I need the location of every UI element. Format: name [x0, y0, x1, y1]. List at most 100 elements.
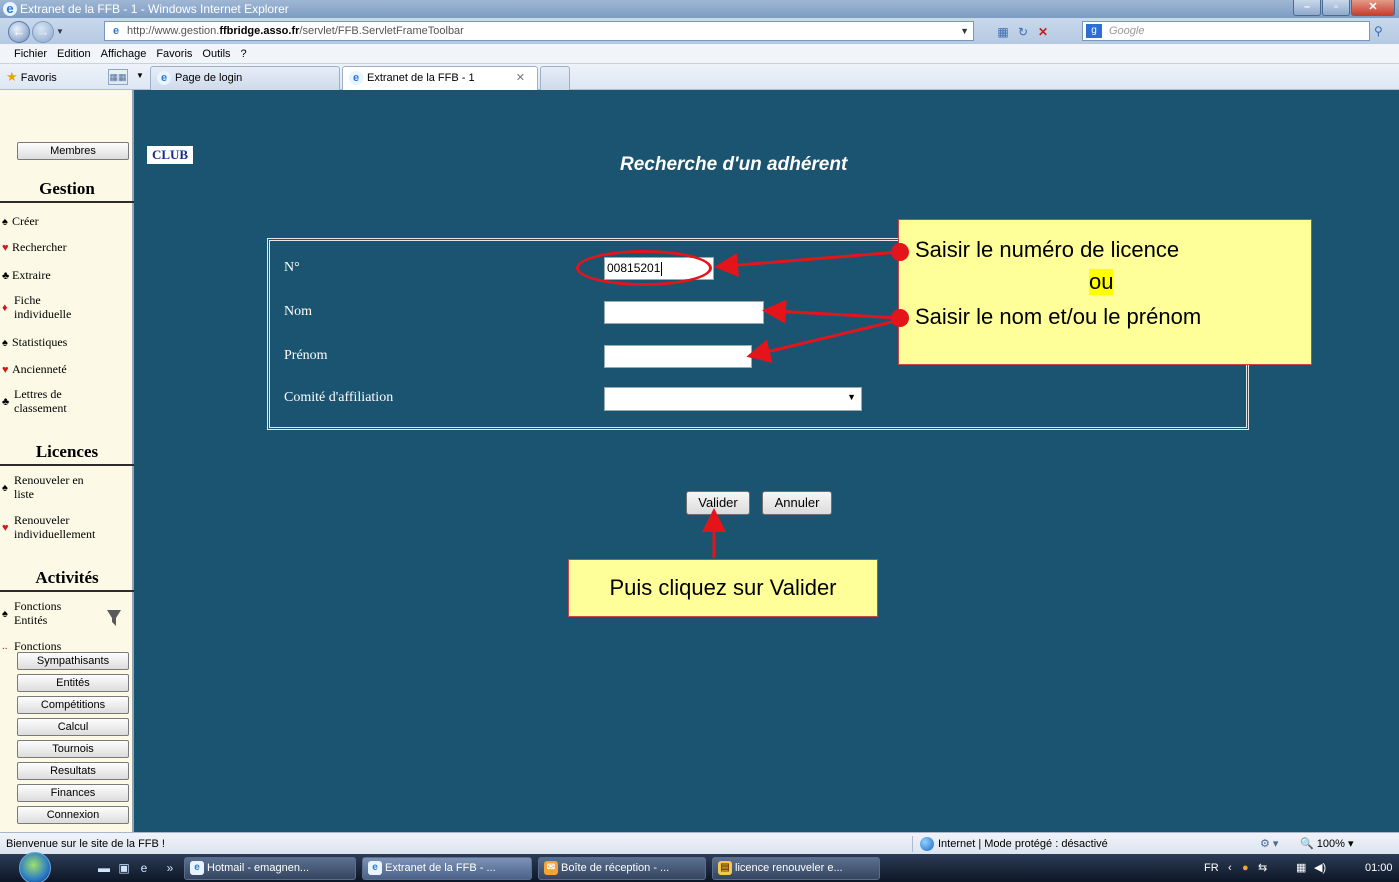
sidebar-item-creer[interactable]: ♠ Créer — [2, 214, 39, 229]
valider-button[interactable]: Valider — [686, 491, 750, 515]
sidebar-item-extraire[interactable]: ♣ Extraire — [2, 268, 51, 283]
menu-favoris[interactable]: Favoris — [151, 44, 197, 64]
menu-outils[interactable]: Outils — [197, 44, 235, 64]
tray-expand-icon[interactable]: ‹ — [1228, 854, 1232, 882]
callout-line-1: Saisir le numéro de licence — [915, 237, 1180, 262]
menu-edition[interactable]: Edition — [52, 44, 96, 64]
spade-icon: ♠ — [2, 482, 8, 494]
tab-extranet[interactable]: e Extranet de la FFB - 1 ✕ — [342, 66, 538, 90]
membres-button[interactable]: Membres — [17, 142, 129, 160]
sidebar-item-statistiques[interactable]: ♠ Statistiques — [2, 335, 67, 350]
ie-icon: e — [190, 861, 204, 875]
funnel-icon[interactable] — [107, 610, 121, 626]
sidebar-item-rechercher[interactable]: ♥ Rechercher — [2, 240, 67, 255]
address-input[interactable]: e http://www.gestion.ffbridge.asso.fr/se… — [104, 21, 974, 41]
sidebar-item-lettres[interactable]: ♣ Lettres de classement — [2, 387, 67, 415]
sidebar-item-label: Lettres de — [14, 387, 62, 401]
sidebar-item-fonctions[interactable]: .. Fonctions — [2, 639, 61, 653]
prenom-input[interactable] — [604, 345, 752, 368]
tournois-button[interactable]: Tournois — [17, 740, 129, 758]
sidebar-item-fiche[interactable]: ♦ Fiche individuelle — [2, 293, 71, 321]
taskbar-item-reception[interactable]: ✉ Boîte de réception - ... — [538, 857, 706, 880]
sync-icon[interactable]: ⇆ — [1258, 854, 1267, 882]
menu-affichage[interactable]: Affichage — [96, 44, 152, 64]
favorites-button[interactable]: ★ Favoris — [6, 69, 57, 86]
comite-select[interactable]: ▼ — [604, 387, 862, 411]
ie-quicklaunch-icon[interactable]: e — [136, 860, 152, 876]
search-placeholder: Google — [1109, 25, 1145, 37]
stop-icon[interactable]: ✕ — [1035, 24, 1051, 40]
sidebar-item-label: individuellement — [14, 527, 96, 541]
compatibility-icon[interactable]: ▦ — [995, 24, 1011, 40]
calcul-button[interactable]: Calcul — [17, 718, 129, 736]
sidebar-item-renouveler-liste[interactable]: ♠ Renouveler en liste — [2, 473, 84, 501]
zoom-control[interactable]: 🔍 100% ▾ — [1300, 833, 1353, 855]
divider — [0, 590, 134, 592]
close-tab-icon[interactable]: ✕ — [516, 67, 525, 89]
refresh-icon[interactable]: ↻ — [1015, 24, 1031, 40]
taskbar-item-label: licence renouveler e... — [735, 862, 843, 874]
gestion-title: Gestion — [39, 179, 95, 198]
entites-button[interactable]: Entités — [17, 674, 129, 692]
taskbar-item-licence[interactable]: ▤ licence renouveler e... — [712, 857, 880, 880]
close-button[interactable]: ✕ — [1351, 0, 1395, 16]
instruction-callout: Saisir le numéro de licence ou Saisir le… — [898, 219, 1312, 365]
address-dropdown-icon[interactable]: ▼ — [960, 22, 969, 40]
show-desktop-icon[interactable]: ▬ — [96, 860, 112, 876]
search-icon[interactable]: ⚲ — [1374, 24, 1383, 38]
taskbar-item-hotmail[interactable]: e Hotmail - emagnen... — [184, 857, 356, 880]
finances-button[interactable]: Finances — [17, 784, 129, 802]
sidebar-item-label: liste — [14, 487, 34, 501]
search-input[interactable]: g Google — [1082, 21, 1370, 41]
sidebar-item-renouveler-individuellement[interactable]: ♥ Renouveler individuellement — [2, 513, 95, 541]
sidebar-item-label: Rechercher — [12, 240, 67, 254]
taskbar-item-label: Boîte de réception - ... — [561, 862, 670, 874]
quick-tabs-icon[interactable]: ▦▦ — [108, 69, 128, 85]
competitions-button[interactable]: Compétitions — [17, 696, 129, 714]
tab-list-dropdown-icon[interactable]: ▼ — [136, 71, 144, 80]
sidebar-item-anciennete[interactable]: ♥ Ancienneté — [2, 362, 67, 377]
protected-mode-icon[interactable]: ⚙ ▾ — [1260, 833, 1278, 855]
menu-fichier[interactable]: Fichier — [0, 44, 52, 64]
windows-logo-icon — [19, 852, 51, 882]
connexion-button[interactable]: Connexion — [17, 806, 129, 824]
network-icon[interactable]: ▦ — [1296, 854, 1306, 882]
nom-input[interactable] — [604, 301, 764, 324]
page-title: Recherche d'un adhérent — [620, 154, 848, 175]
divider — [912, 836, 913, 852]
messenger-icon[interactable]: ● — [1242, 854, 1249, 882]
security-zone[interactable]: Internet | Mode protégé : désactivé — [920, 833, 1108, 855]
back-button[interactable]: ← — [8, 21, 30, 43]
sidebar-item-label: Entités — [14, 613, 48, 627]
tab-page-de-login[interactable]: e Page de login — [150, 66, 340, 90]
maximize-button[interactable]: ▫ — [1322, 0, 1350, 16]
volume-icon[interactable]: ◀) — [1314, 854, 1326, 882]
sidebar-item-label: Fiche — [14, 293, 41, 307]
minimize-button[interactable]: – — [1293, 0, 1321, 16]
sidebar-item-fonctions-entites[interactable]: ♠ Fonctions Entités — [2, 599, 61, 627]
forward-button[interactable]: → — [32, 21, 54, 43]
system-tray: FR ‹ ● ⇆ ▦ ◀) 01:00 — [1196, 854, 1399, 882]
history-dropdown-icon[interactable]: ▼ — [56, 27, 64, 36]
taskbar-item-extranet[interactable]: e Extranet de la FFB - ... — [362, 857, 532, 880]
nom-label: Nom — [284, 304, 312, 319]
window-titlebar: e Extranet de la FFB - 1 - Windows Inter… — [0, 0, 1399, 18]
sympathisants-button[interactable]: Sympathisants — [17, 652, 129, 670]
annuler-button[interactable]: Annuler — [762, 491, 832, 515]
start-button[interactable] — [9, 852, 67, 882]
zone-label: Internet | Mode protégé : désactivé — [938, 838, 1108, 850]
ie-logo-icon: e — [3, 2, 17, 16]
clock[interactable]: 01:00 — [1365, 854, 1393, 882]
more-quicklaunch-icon[interactable]: » — [162, 860, 178, 876]
menu-help[interactable]: ? — [236, 44, 252, 64]
taskbar-item-label: Extranet de la FFB - ... — [385, 862, 496, 874]
favorites-label: Favoris — [20, 72, 57, 84]
main-content: CLUB Recherche d'un adhérent N° 00815201… — [134, 90, 1399, 832]
status-bar: Bienvenue sur le site de la FFB ! Intern… — [0, 832, 1399, 854]
language-indicator[interactable]: FR — [1204, 854, 1219, 882]
switch-windows-icon[interactable]: ▣ — [116, 860, 132, 876]
resultats-button[interactable]: Resultats — [17, 762, 129, 780]
new-tab-button[interactable] — [540, 66, 570, 90]
heart-icon: .. — [2, 640, 8, 652]
heart-icon: ♥ — [2, 522, 9, 534]
